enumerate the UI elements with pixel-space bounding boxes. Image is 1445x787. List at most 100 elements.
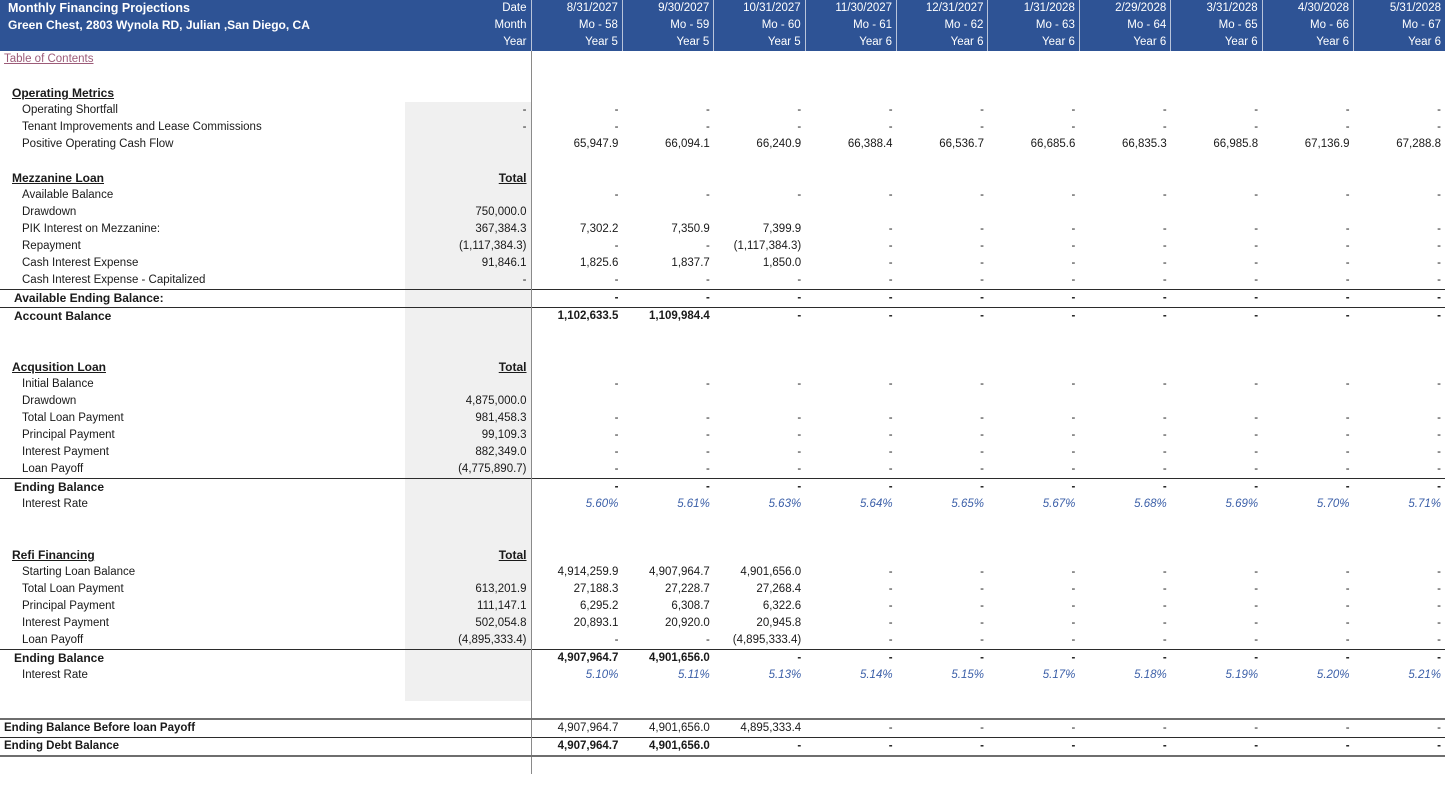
spacer-cell-4 [897,325,988,342]
row-value-operating-2-5: 66,685.6 [988,136,1079,153]
row-value-acq-2-6: - [1079,410,1170,427]
spacer-cell-2 [714,513,805,530]
section-head-cell-9 [1354,547,1445,564]
spacer-cell-8 [1262,513,1353,530]
row-value-acq-interest-rate-7: 5.69% [1171,496,1262,513]
row-value-acq-0-0: - [531,376,622,393]
row-value-refi-ending-balance-5: - [988,650,1079,668]
row-value-summary-before-7: - [1171,719,1262,738]
row-value-refi-4-8: - [1262,632,1353,650]
bottom-cell-6 [1079,756,1170,774]
spacer-label [0,68,405,85]
row-value-mezz-5-0: - [531,272,622,290]
row-label-mezz-1: Drawdown [0,204,405,221]
section-total-header-acquisition-loan: Total [405,359,531,376]
column-date-5: 1/31/2028 [988,0,1079,17]
row-value-acq-3-2: - [714,427,805,444]
bottom-cell-7 [1171,756,1262,774]
column-year-7: Year 6 [1171,34,1262,51]
spacer-cell-5 [988,684,1079,701]
row-value-mezz-4-7: - [1171,255,1262,272]
section-head-cell-0 [531,85,622,102]
spacer-after-acq-2 [0,530,1445,547]
column-month-6: Mo - 64 [1079,17,1170,34]
section-title-mezzanine-loan: Mezzanine Loan [0,170,405,187]
spacer-cell-1 [622,153,713,170]
table-row: Loan Payoff(4,895,333.4)--(4,895,333.4)-… [0,632,1445,650]
row-value-refi-2-7: - [1171,598,1262,615]
section-head-cell-4 [897,547,988,564]
spacer-cell-2 [714,153,805,170]
row-value-operating-2-9: 67,288.8 [1354,136,1445,153]
row-value-mezz-2-4: - [897,221,988,238]
section-head-cell-3 [805,85,896,102]
spacer-cell-1 [622,684,713,701]
spacer-cell-9 [1354,68,1445,85]
row-value-mezz-0-4: - [897,187,988,204]
section-total-header-mezzanine-loan: Total [405,170,531,187]
row-value-operating-2-6: 66,835.3 [1079,136,1170,153]
header-row-date: Monthly Financing ProjectionsDate8/31/20… [0,0,1445,17]
row-total-refi-interest-rate [405,667,531,684]
table-of-contents-link[interactable]: Table of Contents [0,51,405,68]
row-value-acq-2-5: - [988,410,1079,427]
row-value-summary-debt-4: - [897,738,988,757]
row-value-refi-1-9: - [1354,581,1445,598]
spacer-cell-3 [805,342,896,359]
spacer-cell-6 [1079,342,1170,359]
row-value-acq-2-1: - [622,410,713,427]
row-value-acq-0-8: - [1262,376,1353,393]
spacer-cell-9 [1354,684,1445,701]
column-date-4: 12/31/2027 [897,0,988,17]
row-label-acq-5: Loan Payoff [0,461,405,479]
row-label-refi-0: Starting Loan Balance [0,564,405,581]
row-value-refi-2-1: 6,308.7 [622,598,713,615]
row-value-refi-2-2: 6,322.6 [714,598,805,615]
row-value-mezz-available-ending-9: - [1354,290,1445,308]
spacer-after-mezz-2 [0,342,1445,359]
row-value-operating-1-1: - [622,119,713,136]
section-head-cell-8 [1262,85,1353,102]
column-year-2: Year 5 [714,34,805,51]
section-head-cell-9 [1354,170,1445,187]
row-value-operating-0-2: - [714,102,805,119]
row-value-mezz-2-8: - [1262,221,1353,238]
row-value-acq-ending-balance-2: - [714,479,805,497]
row-label-refi-2: Principal Payment [0,598,405,615]
row-value-acq-5-7: - [1171,461,1262,479]
column-month-5: Mo - 63 [988,17,1079,34]
toc-row: Table of Contents [0,51,1445,68]
row-label-refi-interest-rate: Interest Rate [0,667,405,684]
row-total-mezz-3: (1,117,384.3) [405,238,531,255]
table-row: Repayment(1,117,384.3)--(1,117,384.3)---… [0,238,1445,255]
row-value-refi-0-0: 4,914,259.9 [531,564,622,581]
row-value-acq-ending-balance-6: - [1079,479,1170,497]
row-value-mezz-3-9: - [1354,238,1445,255]
spacer-label [0,325,405,342]
spacer-total [405,153,531,170]
spacer-cell-6 [1079,68,1170,85]
row-value-mezz-2-7: - [1171,221,1262,238]
row-value-acq-3-6: - [1079,427,1170,444]
section-head-cell-8 [1262,359,1353,376]
section-head-cell-5 [988,85,1079,102]
column-date-8: 4/30/2028 [1262,0,1353,17]
column-year-4: Year 6 [897,34,988,51]
column-year-1: Year 5 [622,34,713,51]
row-total-mezz-4: 91,846.1 [405,255,531,272]
row-value-mezz-1-6 [1079,204,1170,221]
toc-pad-total [405,51,531,68]
row-value-acq-1-9 [1354,393,1445,410]
row-value-refi-1-1: 27,228.7 [622,581,713,598]
row-label-acq-ending-balance: Ending Balance [0,479,405,497]
row-value-operating-0-6: - [1079,102,1170,119]
section-head-cell-7 [1171,85,1262,102]
spacer-label [0,153,405,170]
row-value-summary-before-6: - [1079,719,1170,738]
row-value-mezz-5-8: - [1262,272,1353,290]
column-date-0: 8/31/2027 [531,0,622,17]
row-value-acq-0-7: - [1171,376,1262,393]
row-value-operating-0-1: - [622,102,713,119]
spacer-total [405,513,531,530]
row-value-mezz-5-2: - [714,272,805,290]
